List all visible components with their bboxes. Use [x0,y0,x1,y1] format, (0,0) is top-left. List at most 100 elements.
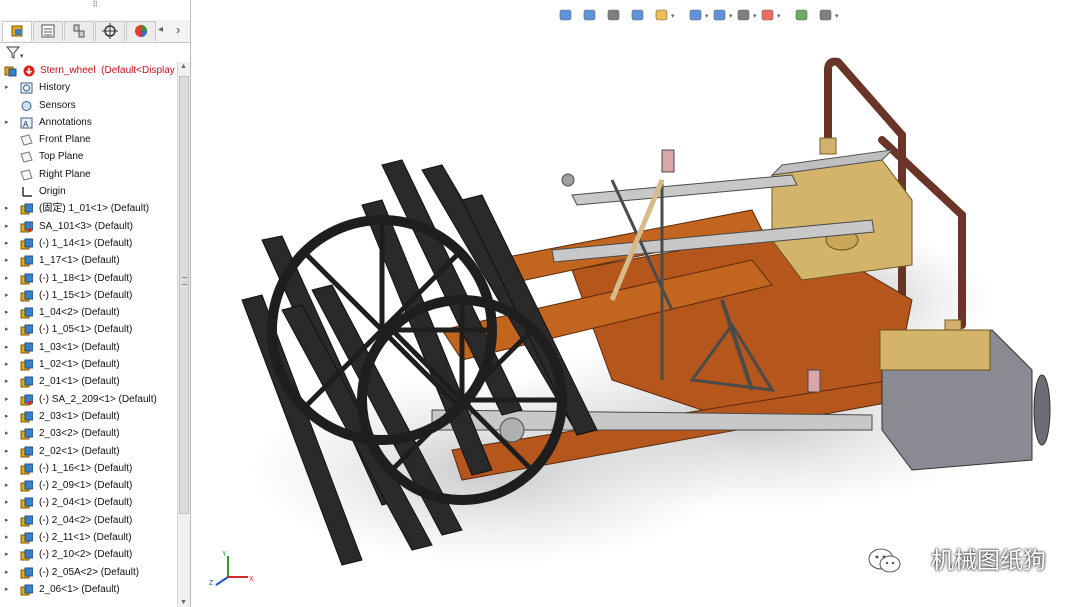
expand-arrow-icon[interactable]: ▸ [5,270,11,287]
tree-item-label: Top Plane [39,151,84,163]
model-render: Y X Z [209,57,1051,587]
tree-item-label: 2_02<1> (Default) [39,445,120,457]
expand-arrow-icon[interactable]: ▸ [5,460,11,477]
tree-item[interactable]: ▸ (-) 1_16<1> (Default) [0,460,178,477]
expand-arrow-icon[interactable]: ▸ [5,477,11,494]
tree-item[interactable]: ▸ 2_01<1> (Default) [0,373,178,390]
tree-scrollbar[interactable]: ▲ ▼ [177,62,190,607]
feature-tree: Stern_wheel (Default<Display ▸ History Sen… [0,62,178,607]
expand-arrow-icon[interactable]: ▸ [5,546,11,563]
tree-item[interactable]: ▸ 1_02<1> (Default) [0,356,178,373]
tree-item[interactable]: ▸ 1_17<1> (Default) [0,252,178,269]
expand-arrow-icon[interactable]: ▸ [5,79,11,96]
tree-root-assembly[interactable]: Stern_wheel (Default<Display [0,62,178,79]
tree-item[interactable]: ▸ (-) 2_04<1> (Default) [0,494,178,511]
expand-arrow-icon[interactable]: ▸ [5,321,11,338]
configurationmanager-tab[interactable] [64,21,94,41]
tab-scroll-right-icon[interactable]: › [176,22,180,37]
tree-item-label: (-) 2_05A<2> (Default) [39,566,140,578]
scroll-up-icon[interactable]: ▲ [180,63,187,70]
tree-item-label: 2_01<1> (Default) [39,376,120,388]
tree-item[interactable]: ▸ (-) 1_05<1> (Default) [0,321,178,338]
expand-arrow-icon[interactable]: ▸ [5,304,11,321]
tree-item[interactable]: ▸ (固定) 1_01<1> (Default) [0,200,178,217]
expand-arrow-icon[interactable]: ▸ [5,581,11,598]
configurationmanager-icon [73,24,85,38]
coordinate-triad-icon: Y X Z [209,551,254,587]
graphics-viewport[interactable]: ▾ ▾ ▾ ▾ ▾ ▾ Y X Z 机械图纸狗 [192,0,1080,607]
expand-arrow-icon[interactable]: ▸ [5,512,11,529]
tree-item-label: (-) 1_14<1> (Default) [39,237,133,249]
tree-item[interactable]: ▸ (-) 1_15<1> (Default) [0,287,178,304]
tree-item-label: Right Plane [39,168,91,180]
tree-item-label: (-) 1_18<1> (Default) [39,272,133,284]
tree-item-label: 1_17<1> (Default) [39,255,120,267]
scroll-down-icon[interactable]: ▼ [180,599,187,606]
expand-arrow-icon[interactable]: ▸ [5,252,11,269]
tree-item-label: Front Plane [39,134,91,146]
tree-item[interactable]: ▸ (-) 2_11<1> (Default) [0,529,178,546]
tree-item[interactable]: ▸ (-) 2_05A<2> (Default) [0,564,178,581]
tree-item[interactable]: ▸ 2_03<1> (Default) [0,408,178,425]
tree-item-label: 2_03<1> (Default) [39,410,120,422]
tree-item[interactable]: ▸ (-) 2_04<2> (Default) [0,512,178,529]
pane-grip[interactable]: ⠿ [0,0,190,10]
scroll-thumb[interactable] [179,76,189,514]
expand-arrow-icon[interactable]: ▸ [5,443,11,460]
expand-arrow-icon[interactable]: ▸ [5,564,11,581]
tree-item-label: 2_06<1> (Default) [39,583,120,595]
tree-item-label: (-) 1_05<1> (Default) [39,324,133,336]
expand-arrow-icon[interactable]: ▸ [5,218,11,235]
rebuild-error-icon [23,65,35,77]
tree-item-label: 1_02<1> (Default) [39,359,120,371]
tree-item[interactable]: ▸ A Annotations [0,114,178,131]
tree-item[interactable]: Front Plane [0,131,178,148]
expand-arrow-icon[interactable]: ▸ [5,200,11,217]
expand-arrow-icon[interactable]: ▸ [5,356,11,373]
tree-item[interactable]: ▸ SA_101<3> (Default) [0,218,178,235]
tree-item[interactable]: ▸ 2_02<1> (Default) [0,443,178,460]
expand-arrow-icon[interactable]: ▸ [5,114,11,131]
dimxpert-tab[interactable] [95,21,125,41]
tree-item-label: 1_03<1> (Default) [39,341,120,353]
expand-arrow-icon[interactable]: ▸ [5,373,11,390]
tree-item[interactable]: ▸ (-) 2_10<2> (Default) [0,546,178,563]
svg-text:▾: ▾ [20,53,24,60]
root-assembly-name: Stern_wheel [40,65,96,76]
tree-item-label: (-) 2_04<2> (Default) [39,514,133,526]
expand-arrow-icon[interactable]: ▸ [5,408,11,425]
tree-item[interactable]: Sensors [0,97,178,114]
tree-item[interactable]: ▸ History [0,79,178,96]
expand-arrow-icon[interactable]: ▸ [5,287,11,304]
filter-icon[interactable]: ▾ [4,44,26,60]
tree-item-label: Annotations [39,116,92,128]
expand-arrow-icon[interactable]: ▸ [5,235,11,252]
tree-item[interactable]: ▸ (-) 1_14<1> (Default) [0,235,178,252]
tree-item[interactable]: Top Plane [0,148,178,165]
tree-item[interactable]: Right Plane [0,166,178,183]
tree-item[interactable]: ▸ 1_04<2> (Default) [0,304,178,321]
tree-item[interactable]: Origin [0,183,178,200]
tree-item-label: (-) 1_15<1> (Default) [39,289,133,301]
tree-item[interactable]: ▸ 2_06<1> (Default) [0,581,178,598]
tree-item-label: 1_04<2> (Default) [39,307,120,319]
expand-arrow-icon[interactable]: ▸ [5,529,11,546]
tree-item-label: (固定) 1_01<1> (Default) [39,203,150,215]
tree-item[interactable]: ▸ 1_03<1> (Default) [0,339,178,356]
tree-item[interactable]: ▸ (-) 1_18<1> (Default) [0,270,178,287]
assembly-icon [4,66,17,77]
svg-text:Y: Y [222,551,227,558]
featuremanager-icon [11,25,23,37]
expand-arrow-icon[interactable]: ▸ [5,494,11,511]
expand-arrow-icon[interactable]: ▸ [5,391,11,408]
expand-arrow-icon[interactable]: ▸ [5,339,11,356]
tree-item[interactable]: ▸ 2_03<2> (Default) [0,425,178,442]
featuremanager-tab[interactable] [2,21,32,41]
tab-scroll-left-icon[interactable]: ◂ [158,24,163,35]
tree-item[interactable]: ▸ (-) SA_2_209<1> (Default) [0,391,178,408]
expand-arrow-icon[interactable]: ▸ [5,425,11,442]
propertymanager-tab[interactable] [33,21,63,41]
display-manager-tab[interactable] [126,21,156,41]
tree-item-label: (-) SA_2_209<1> (Default) [39,393,157,405]
tree-item[interactable]: ▸ (-) 2_09<1> (Default) [0,477,178,494]
